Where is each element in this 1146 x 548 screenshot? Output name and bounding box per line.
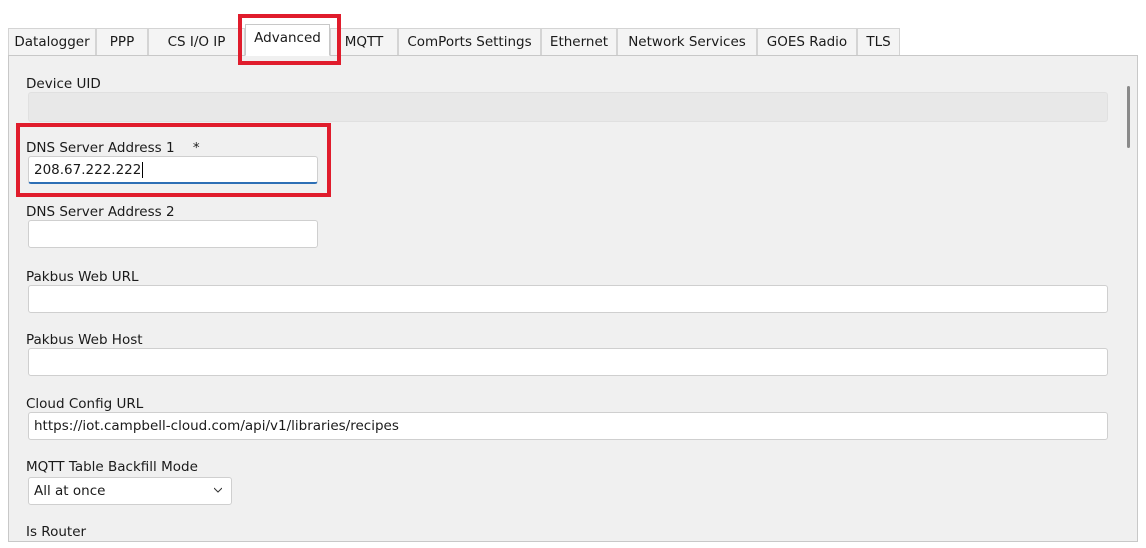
tab-comports-settings[interactable]: ComPorts Settings	[398, 28, 541, 55]
tab-strip-filler	[900, 28, 1138, 55]
cloud-config-url-input[interactable]: https://iot.campbell-cloud.com/api/v1/li…	[28, 412, 1108, 440]
tab-goes-radio[interactable]: GOES Radio	[757, 28, 857, 55]
cloud-config-url-label: Cloud Config URL	[26, 396, 144, 412]
tab-ethernet[interactable]: Ethernet	[541, 28, 617, 55]
dns2-input[interactable]	[28, 220, 318, 248]
vertical-scrollbar[interactable]	[1120, 56, 1137, 541]
tab-network-services[interactable]: Network Services	[617, 28, 757, 55]
pakbus-web-host-input[interactable]	[28, 348, 1108, 376]
device-uid-label: Device UID	[26, 76, 101, 92]
tab-cs-io-ip[interactable]: CS I/O IP	[148, 28, 245, 55]
device-uid-field	[28, 92, 1108, 122]
is-router-label: Is Router	[26, 524, 87, 540]
pakbus-web-url-input[interactable]	[28, 285, 1108, 313]
mqtt-backfill-label: MQTT Table Backfill Mode	[26, 459, 198, 475]
mqtt-backfill-select[interactable]: All at once	[28, 477, 232, 505]
chevron-down-icon	[214, 487, 222, 493]
pakbus-web-url-label: Pakbus Web URL	[26, 269, 139, 285]
scrollbar-thumb[interactable]	[1127, 86, 1130, 148]
pakbus-web-host-label: Pakbus Web Host	[26, 332, 143, 348]
mqtt-backfill-value: All at once	[34, 483, 106, 499]
dns1-highlight	[16, 123, 331, 197]
advanced-tab-highlight	[238, 14, 341, 65]
tab-datalogger[interactable]: Datalogger	[8, 28, 96, 55]
tab-tls[interactable]: TLS	[857, 28, 900, 55]
tab-ppp[interactable]: PPP	[96, 28, 148, 55]
tab-bar: Datalogger PPP CS I/O IP MQTT ComPorts S…	[0, 24, 1146, 56]
dns2-label: DNS Server Address 2	[26, 204, 175, 220]
